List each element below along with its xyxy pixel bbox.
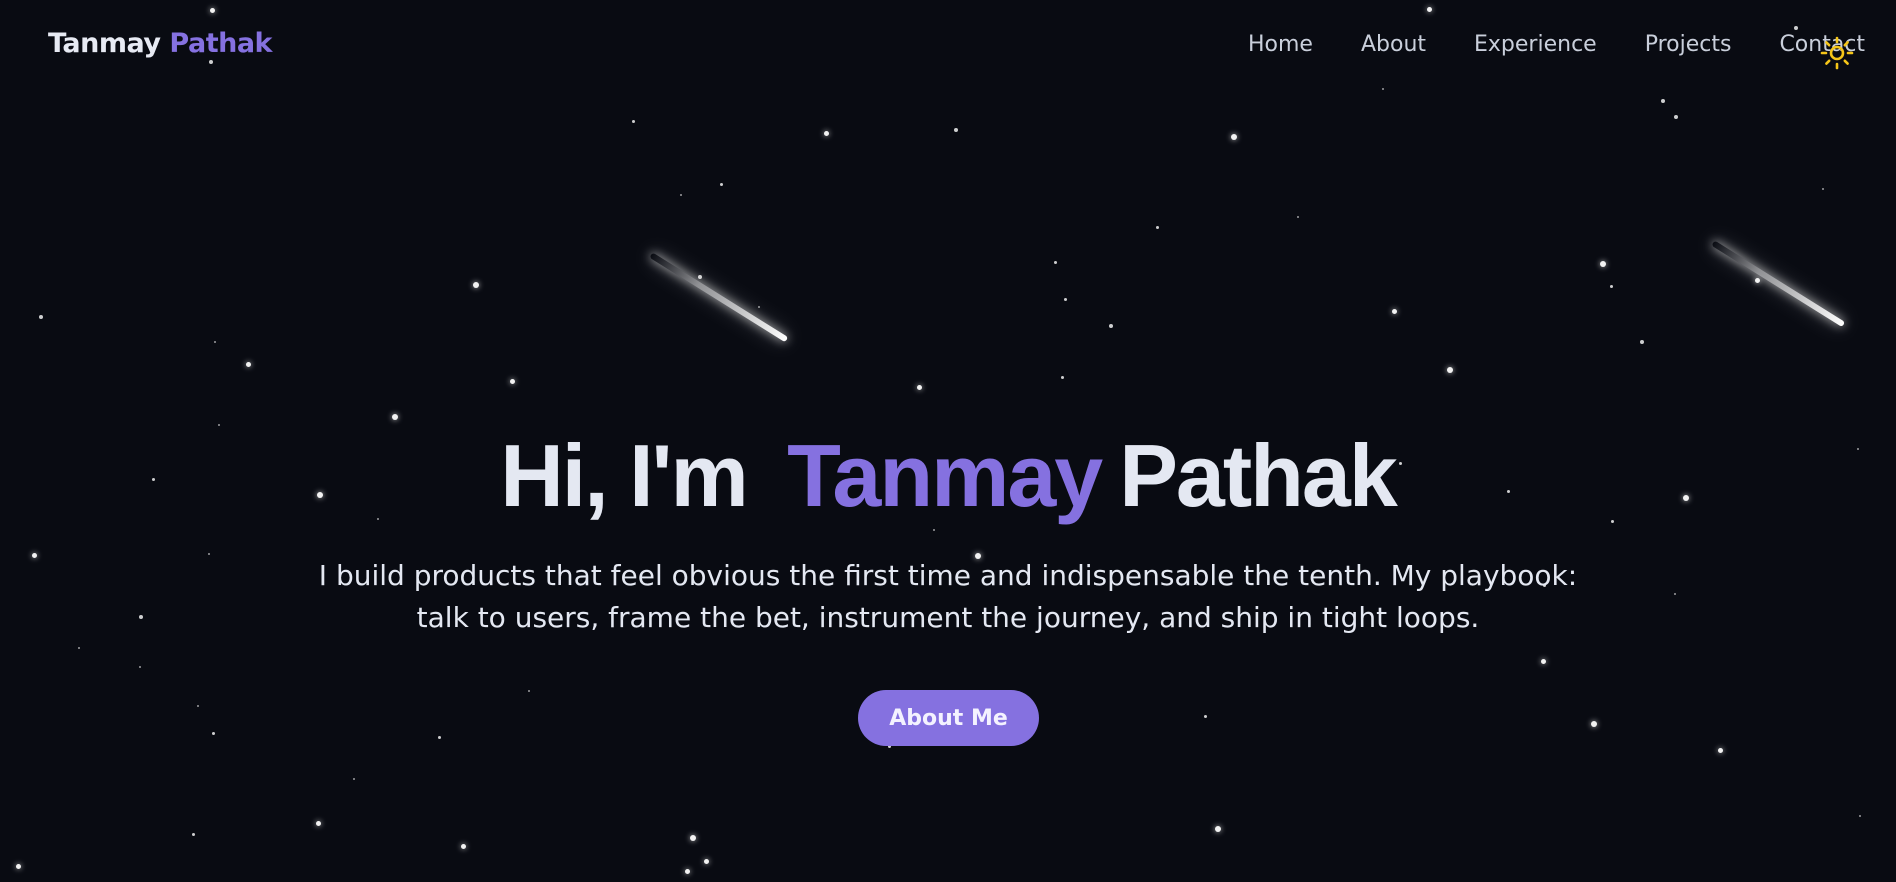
hero-title: Hi, I'm Tanmay Pathak (0, 432, 1896, 520)
nav-link-home[interactable]: Home (1248, 32, 1313, 57)
about-me-button[interactable]: About Me (858, 690, 1039, 746)
brand-last-name: Pathak (169, 28, 273, 59)
brand-logo[interactable]: Tanmay Pathak (48, 28, 273, 59)
navbar: Tanmay Pathak Home About Experience Proj… (0, 0, 1896, 94)
hero-last-name: Pathak (1119, 426, 1398, 525)
hero-section: Hi, I'm Tanmay Pathak I build products th… (0, 0, 1896, 882)
theme-toggle-button[interactable] (1820, 36, 1854, 70)
nav-link-about[interactable]: About (1361, 32, 1426, 57)
nav-link-experience[interactable]: Experience (1474, 32, 1597, 57)
nav-links: Home About Experience Projects Contact (1248, 32, 1865, 57)
hero-greeting: Hi, I'm (500, 426, 749, 525)
page: Tanmay Pathak Home About Experience Proj… (0, 0, 1896, 882)
sun-icon (1820, 36, 1854, 70)
nav-link-projects[interactable]: Projects (1645, 32, 1732, 57)
hero-first-name: Tanmay (787, 426, 1103, 525)
hero-tagline: I build products that feel obvious the f… (318, 559, 1578, 634)
brand-first-name: Tanmay (48, 28, 161, 59)
